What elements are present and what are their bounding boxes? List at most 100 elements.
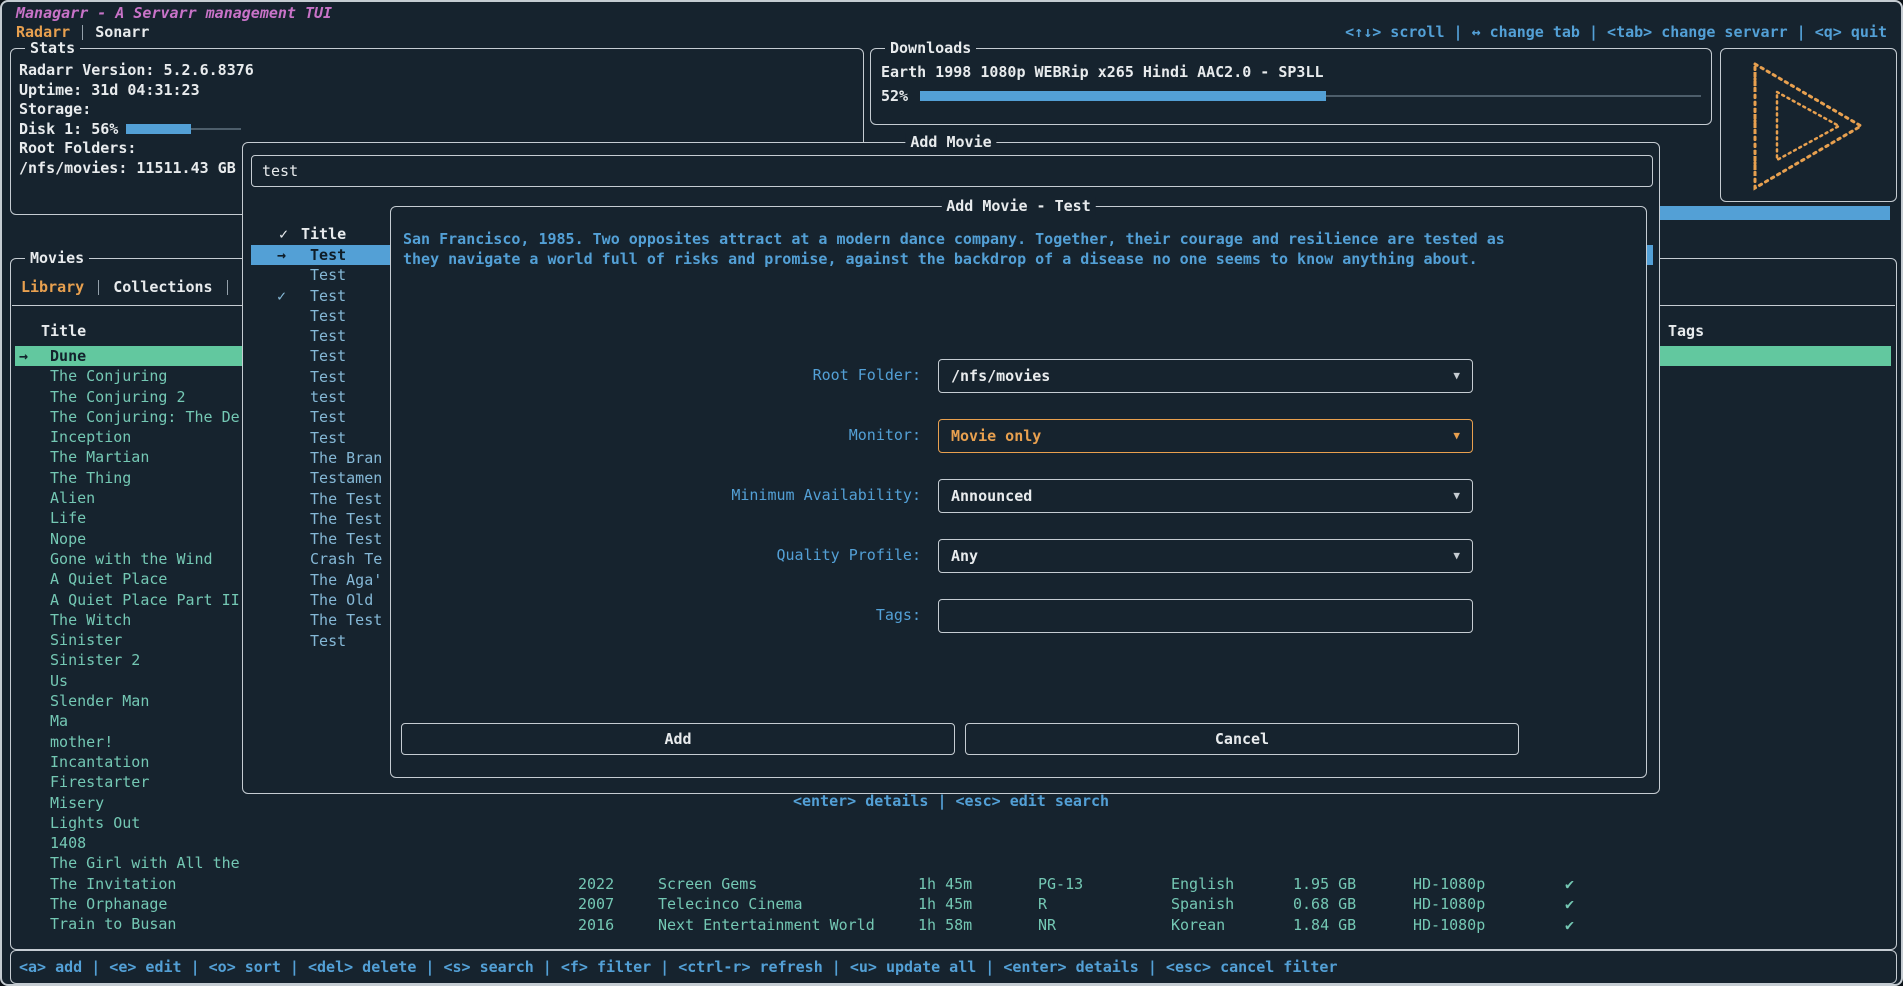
result-title: The Test: [310, 510, 382, 528]
movie-year: 2022: [578, 874, 614, 894]
field-value: Any: [951, 547, 978, 565]
field-label: Quality Profile:: [391, 546, 921, 564]
selected-row-highlight-fragment: [1660, 206, 1890, 220]
movie-studio: Screen Gems: [658, 874, 757, 894]
movie-detail-row[interactable]: 2022 Screen Gems 1h 45m PG-13 English 1.…: [15, 874, 1891, 894]
movie-size: 0.68 GB: [1293, 894, 1356, 914]
tags-column-header: Tags: [1668, 322, 1704, 340]
form-field-row: Tags:: [391, 599, 1646, 633]
result-title: Test: [310, 307, 346, 325]
movie-title: Sinister 2: [50, 651, 140, 669]
movie-title: Sinister: [50, 631, 122, 649]
dropdown-arrow-icon: ▼: [1453, 429, 1460, 442]
tab-library[interactable]: Library: [21, 278, 84, 296]
top-help-keybindings: <↑↓> scroll | ↔ change tab | <tab> chang…: [1345, 23, 1887, 41]
movie-title: Firestarter: [50, 773, 149, 791]
result-title: The Test: [310, 490, 382, 508]
stats-panel-title: Stats: [25, 39, 80, 57]
movie-language: English: [1171, 874, 1234, 894]
movie-details-rows: 2022 Screen Gems 1h 45m PG-13 English 1.…: [15, 874, 1891, 935]
movie-title: Slender Man: [50, 692, 149, 710]
movie-year: 2007: [578, 894, 614, 914]
tab-divider: [227, 280, 228, 295]
result-prefix-icon: →: [251, 245, 301, 265]
add-movie-modal: Add Movie - Test San Francisco, 1985. Tw…: [390, 206, 1647, 778]
movie-size: 1.95 GB: [1293, 874, 1356, 894]
result-title: The Test: [310, 530, 382, 548]
movie-title: Gone with the Wind: [50, 550, 213, 568]
monitored-icon: ✔: [1565, 874, 1574, 894]
movie-title: mother!: [50, 733, 113, 751]
field-label: Tags:: [391, 606, 921, 624]
movie-detail-row[interactable]: 2016 Next Entertainment World 1h 58m NR …: [15, 915, 1891, 935]
stats-version: Radarr Version: 5.2.6.8376: [19, 61, 863, 81]
field-label: Root Folder:: [391, 366, 921, 384]
monitored-icon: ✔: [1565, 894, 1574, 914]
managarr-logo-icon: [1749, 60, 1867, 192]
movie-title: Us: [50, 672, 68, 690]
field-select[interactable]: Any ▼: [938, 539, 1473, 573]
movies-panel-title: Movies: [25, 249, 89, 267]
movie-runtime: 1h 58m: [918, 915, 972, 935]
field-select[interactable]: [938, 599, 1473, 633]
result-title: Test: [310, 327, 346, 345]
movie-title: Incantation: [50, 753, 149, 771]
movie-title: The Conjuring: The De: [50, 408, 240, 426]
movie-title: The Girl with All the: [50, 854, 240, 872]
downloads-panel-title: Downloads: [885, 39, 976, 57]
form-field-row: Monitor: Movie only ▼: [391, 419, 1646, 453]
form-field-row: Quality Profile: Any ▼: [391, 539, 1646, 573]
movie-certification: R: [1038, 894, 1047, 914]
download-progress-row: 52%: [881, 87, 1701, 105]
managarr-app-window: Managarr - A Servarr management TUI Rada…: [0, 0, 1903, 986]
selection-arrow: →: [15, 346, 41, 366]
result-title: Test: [310, 408, 346, 426]
result-title: Testamen: [310, 469, 382, 487]
movie-quality: HD-1080p: [1413, 915, 1485, 935]
dropdown-arrow-icon: ▼: [1453, 369, 1460, 382]
field-select[interactable]: /nfs/movies ▼: [938, 359, 1473, 393]
result-prefix-icon: ✓: [251, 286, 301, 306]
result-title: The Test: [310, 611, 382, 629]
movie-title: Life: [50, 509, 86, 527]
disk-progress-bar: [126, 120, 241, 138]
download-progress-bar: [920, 87, 1701, 105]
movie-title: The Conjuring: [50, 367, 167, 385]
movie-title: The Martian: [50, 448, 149, 466]
tab-divider: [98, 280, 99, 295]
movie-runtime: 1h 45m: [918, 874, 972, 894]
field-select[interactable]: Movie only ▼: [938, 419, 1473, 453]
result-title: Test: [310, 287, 346, 305]
movie-title: 1408: [50, 834, 86, 852]
movies-tabs: Library Collections: [21, 277, 228, 297]
movie-studio: Next Entertainment World: [658, 915, 875, 935]
field-select[interactable]: Announced ▼: [938, 479, 1473, 513]
movie-studio: Telecinco Cinema: [658, 894, 803, 914]
stats-storage-label: Storage:: [19, 100, 863, 120]
movie-language: Korean: [1171, 915, 1225, 935]
cancel-button[interactable]: Cancel: [965, 723, 1519, 755]
stats-uptime: Uptime: 31d 04:31:23: [19, 81, 863, 101]
bottom-help-keybindings: <a> add | <e> edit | <o> sort | <del> de…: [19, 958, 1338, 976]
field-value: /nfs/movies: [951, 367, 1050, 385]
movie-title: Alien: [50, 489, 95, 507]
movie-title: The Witch: [50, 611, 131, 629]
form-field-row: Root Folder: /nfs/movies ▼: [391, 359, 1646, 393]
result-title: The Old: [310, 591, 373, 609]
dropdown-arrow-icon: ▼: [1453, 549, 1460, 562]
disk-usage-label: Disk 1: 56%: [19, 120, 118, 140]
movie-title: The Conjuring 2: [50, 388, 185, 406]
monitored-icon: ✔: [1565, 915, 1574, 935]
movie-search-input[interactable]: [251, 155, 1653, 187]
movie-title: Lights Out: [50, 814, 140, 832]
tab-sonarr[interactable]: Sonarr: [95, 23, 149, 41]
movie-certification: PG-13: [1038, 874, 1083, 894]
result-title: test: [310, 388, 346, 406]
field-value: Movie only: [951, 427, 1041, 445]
movie-description: San Francisco, 1985. Two opposites attra…: [403, 229, 1515, 269]
movie-detail-row[interactable]: 2007 Telecinco Cinema 1h 45m R Spanish 0…: [15, 894, 1891, 914]
add-button[interactable]: Add: [401, 723, 955, 755]
tab-collections[interactable]: Collections: [113, 278, 212, 296]
movie-title: Inception: [50, 428, 131, 446]
stats-disk-row: Disk 1: 56%: [19, 120, 863, 140]
